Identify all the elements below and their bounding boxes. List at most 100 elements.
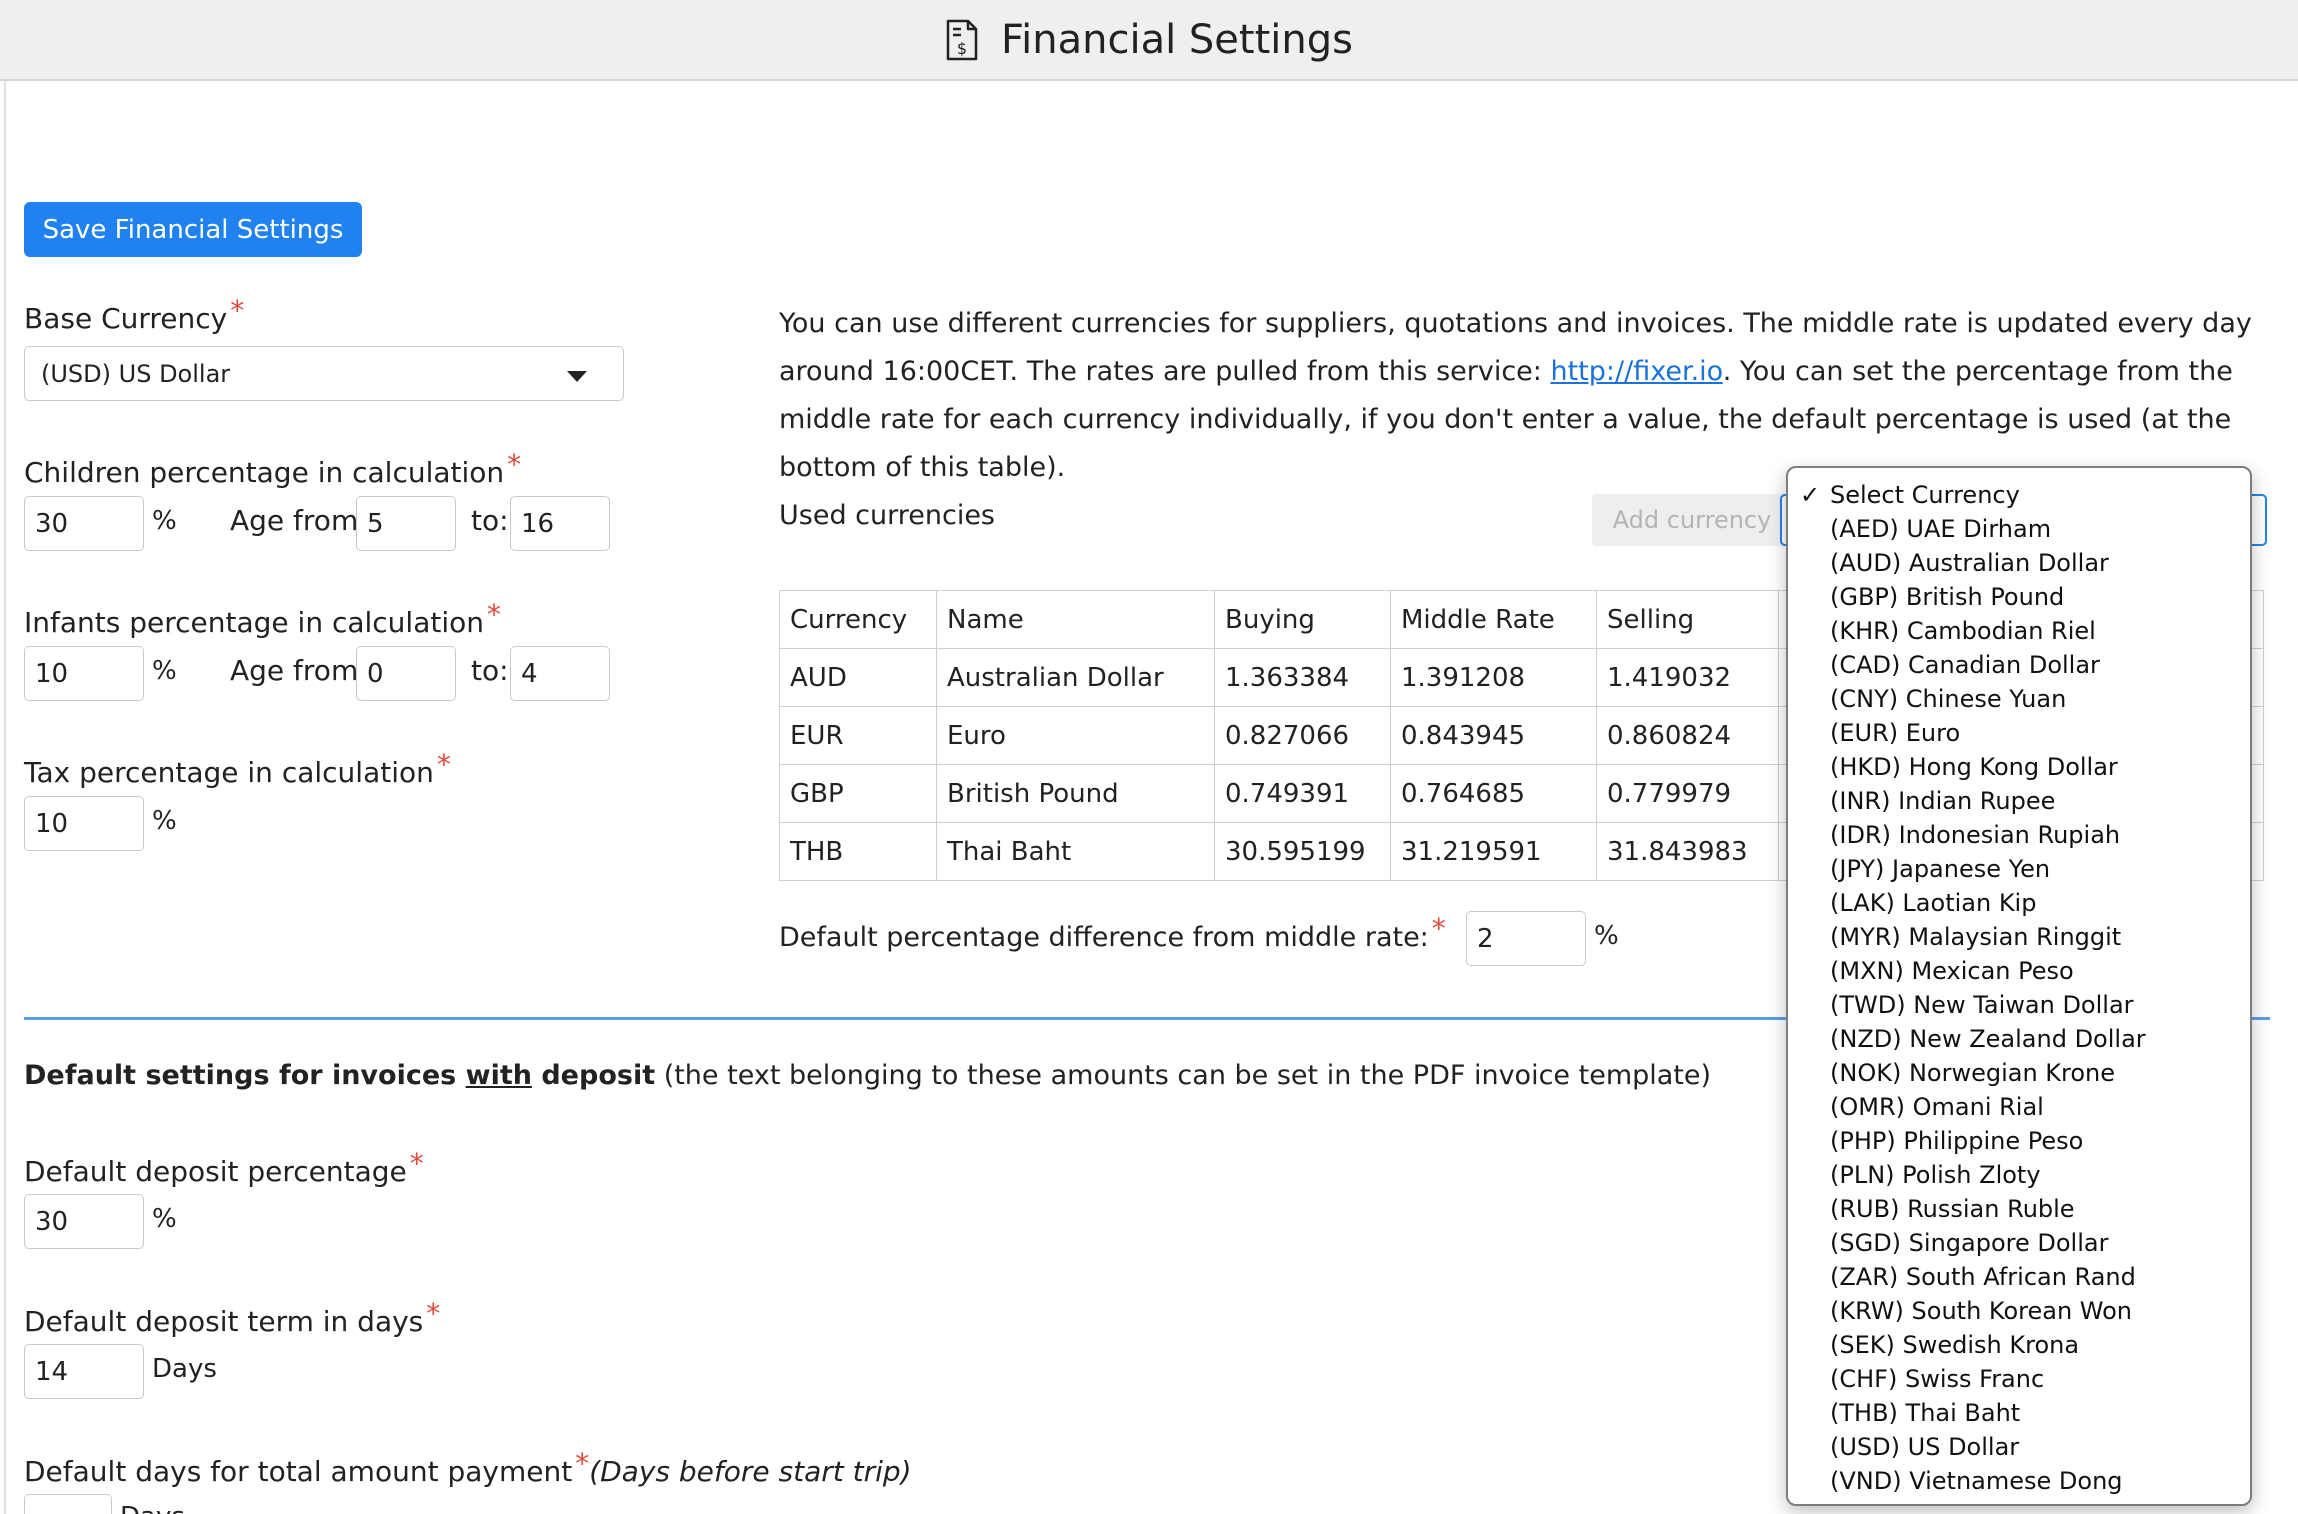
currency-dropdown-menu[interactable]: ✓ Select Currency (AED) UAE Dirham (AUD) … [1786,466,2252,1506]
dropdown-option[interactable]: (AUD) Australian Dollar [1788,546,2250,580]
dropdown-option[interactable]: (CHF) Swiss Franc [1788,1362,2250,1396]
buying-cell: 0.827066 [1214,706,1391,765]
middle-rate-cell: 0.764685 [1390,764,1597,823]
days-unit: Days [152,1354,217,1384]
save-financial-settings-button[interactable]: Save Financial Settings [24,202,362,257]
chevron-down-icon [567,371,587,382]
currency-code-cell: AUD [779,648,937,707]
dropdown-option[interactable]: (EUR) Euro [1788,716,2250,750]
dropdown-option[interactable]: (OMR) Omani Rial [1788,1090,2250,1124]
currency-name-cell: Euro [936,706,1215,765]
required-mark: * [487,598,502,631]
dropdown-option[interactable]: (ZAR) South African Rand [1788,1260,2250,1294]
children-age-to-label: to: [471,504,509,537]
dropdown-option[interactable]: (JPY) Japanese Yen [1788,852,2250,886]
column-header: Selling [1596,590,1779,649]
dropdown-option[interactable]: (VND) Vietnamese Dong [1788,1464,2250,1498]
required-mark: * [575,1447,590,1480]
currency-name-cell: British Pound [936,764,1215,823]
dropdown-option[interactable]: (HKD) Hong Kong Dollar [1788,750,2250,784]
selling-cell: 0.860824 [1596,706,1779,765]
dropdown-option[interactable]: (SGD) Singapore Dollar [1788,1226,2250,1260]
total-payment-input[interactable] [24,1494,112,1514]
dropdown-option[interactable]: (SEK) Swedish Krona [1788,1328,2250,1362]
middle-rate-cell: 0.843945 [1390,706,1597,765]
currency-code-cell: EUR [779,706,937,765]
dropdown-option[interactable]: (AED) UAE Dirham [1788,512,2250,546]
children-percentage-label: Children percentage in calculation * [24,448,522,489]
deposit-term-input[interactable]: 14 [24,1344,144,1399]
percent-sign: % [152,1204,177,1234]
percent-sign: % [152,506,177,536]
currency-name-cell: Australian Dollar [936,648,1215,707]
buying-cell: 0.749391 [1214,764,1391,823]
infants-percentage-input[interactable]: 10 [24,646,144,701]
percent-sign: % [1594,921,1619,951]
default-percentage-label: Default percentage difference from middl… [779,912,1446,953]
fixer-link[interactable]: http://fixer.io [1550,356,1722,387]
base-currency-select[interactable]: (USD) US Dollar [24,346,624,401]
required-mark: * [1431,912,1446,945]
title-bar: $ Financial Settings [0,0,2298,81]
dropdown-option[interactable]: (THB) Thai Baht [1788,1396,2250,1430]
dropdown-option[interactable]: (KRW) South Korean Won [1788,1294,2250,1328]
tax-percentage-label: Tax percentage in calculation * [24,748,451,789]
currency-info-text: You can use different currencies for sup… [779,308,2252,483]
dropdown-option[interactable]: (USD) US Dollar [1788,1430,2250,1464]
left-border [4,81,6,1514]
column-header: Currency [779,590,937,649]
add-currency-button[interactable]: Add currency [1592,494,1792,546]
dropdown-option[interactable]: (PHP) Philippine Peso [1788,1124,2250,1158]
dropdown-option[interactable]: (NOK) Norwegian Krone [1788,1056,2250,1090]
dropdown-option[interactable]: (MYR) Malaysian Ringgit [1788,920,2250,954]
percent-sign: % [152,656,177,686]
required-mark: * [409,1147,424,1180]
total-payment-label: Default days for total amount payment *(D… [24,1447,912,1488]
infants-age-to-input[interactable]: 4 [510,646,610,701]
used-currencies-heading: Used currencies [779,500,995,531]
dropdown-option[interactable]: (CAD) Canadian Dollar [1788,648,2250,682]
days-unit: Days [120,1502,185,1514]
dropdown-option[interactable]: (NZD) New Zealand Dollar [1788,1022,2250,1056]
selling-cell: 1.419032 [1596,648,1779,707]
dropdown-option-select-currency[interactable]: ✓ Select Currency [1788,478,2250,512]
dropdown-option[interactable]: (KHR) Cambodian Riel [1788,614,2250,648]
currency-code-cell: THB [779,822,937,881]
default-percentage-input[interactable]: 2 [1466,911,1586,966]
dropdown-option[interactable]: (MXN) Mexican Peso [1788,954,2250,988]
dropdown-option[interactable]: (PLN) Polish Zloty [1788,1158,2250,1192]
dropdown-option[interactable]: (LAK) Laotian Kip [1788,886,2250,920]
svg-text:$: $ [957,39,967,58]
dropdown-option[interactable]: (INR) Indian Rupee [1788,784,2250,818]
dropdown-option[interactable]: (TWD) New Taiwan Dollar [1788,988,2250,1022]
dropdown-option[interactable]: (GBP) British Pound [1788,580,2250,614]
tax-percentage-input[interactable]: 10 [24,796,144,851]
invoice-dollar-icon: $ [946,19,978,60]
deposit-section-heading: Default settings for invoices with depos… [24,1060,1712,1091]
infants-age-from-label: Age from: [230,654,368,687]
required-mark: * [507,448,522,481]
children-age-to-input[interactable]: 16 [510,496,610,551]
deposit-term-label: Default deposit term in days * [24,1297,441,1338]
percent-sign: % [152,806,177,836]
deposit-percentage-label: Default deposit percentage * [24,1147,424,1188]
base-currency-label: Base Currency * [24,294,245,335]
dropdown-option[interactable]: (CNY) Chinese Yuan [1788,682,2250,716]
children-percentage-input[interactable]: 30 [24,496,144,551]
infants-percentage-label: Infants percentage in calculation * [24,598,502,639]
required-mark: * [436,748,451,781]
infants-age-to-label: to: [471,654,509,687]
infants-age-from-input[interactable]: 0 [356,646,456,701]
selling-cell: 0.779979 [1596,764,1779,823]
buying-cell: 1.363384 [1214,648,1391,707]
children-age-from-input[interactable]: 5 [356,496,456,551]
required-mark: * [426,1297,441,1330]
middle-rate-cell: 31.219591 [1390,822,1597,881]
column-header: Middle Rate [1390,590,1597,649]
dropdown-option[interactable]: (IDR) Indonesian Rupiah [1788,818,2250,852]
dropdown-option[interactable]: (RUB) Russian Ruble [1788,1192,2250,1226]
required-mark: * [230,294,245,327]
selling-cell: 31.843983 [1596,822,1779,881]
deposit-percentage-input[interactable]: 30 [24,1194,144,1249]
middle-rate-cell: 1.391208 [1390,648,1597,707]
